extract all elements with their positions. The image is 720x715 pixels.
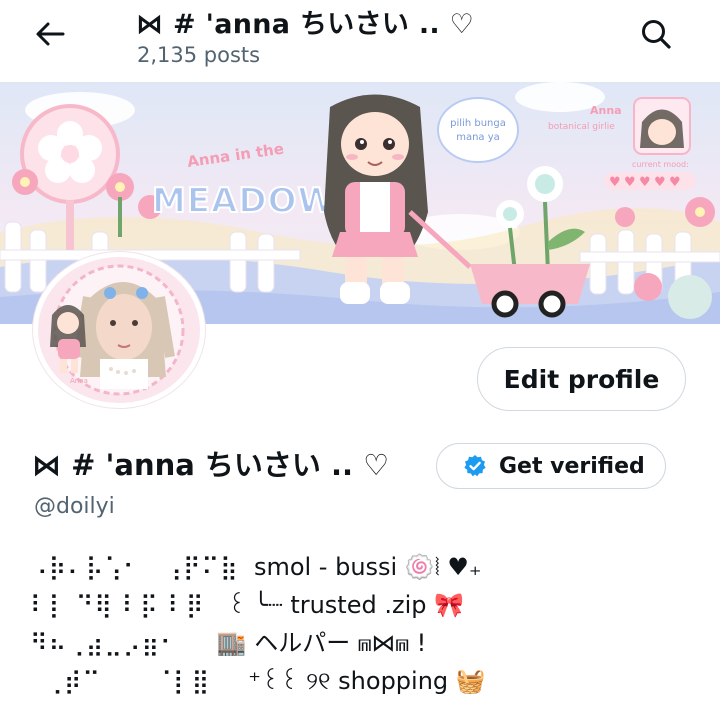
profile-handle: @doilyi [34, 494, 115, 519]
bio-deco: ⢀⡾⠉ [45, 667, 101, 695]
bio-deco: ⠻⠦⢀⣴⣀⡠⣶⠂ [30, 629, 179, 657]
banner-card-name: Anna [590, 104, 622, 117]
header-title: ⋈ # 'anna ちいさい .. ♡ [136, 9, 475, 40]
svg-text:♥: ♥ [654, 175, 666, 190]
bio-line: ⢀⡾⠉ ⠈⡇⣿ ⁺꒰꒰ ୨୧ shopping 🧺 [30, 662, 710, 700]
get-verified-label: Get verified [499, 453, 645, 479]
banner-card-sub: botanical girlie [548, 122, 615, 132]
header-post-count: 2,135 posts [137, 43, 261, 67]
svg-text:♥: ♥ [669, 175, 681, 190]
bio-text: smol - bussi 🍥⦚ ♥︎₊ [253, 553, 482, 581]
search-button[interactable] [634, 12, 678, 56]
edit-profile-button[interactable]: Edit profile [477, 347, 686, 411]
bio-text: 🏬 ヘルパー ⩎⋈⩎ ! [216, 629, 427, 657]
svg-text:♥: ♥ [624, 175, 636, 190]
profile-bio: ⠠⡷⠄⡧⢡⠂ ⢠⡟⠍⣷ smol - bussi 🍥⦚ ♥︎₊ ⠇⡇ ⠙⢿ ⠇⡯… [30, 548, 710, 700]
banner-bubble-line1: pilih bunga [450, 118, 506, 129]
profile-avatar[interactable]: Anna [33, 252, 205, 408]
get-verified-button[interactable]: Get verified [436, 443, 666, 489]
arrow-left-icon [36, 22, 65, 46]
bio-text: ꒰ ╰┈ trusted .zip 🎀 [227, 591, 464, 619]
bio-deco: ⠠⡷⠄⡧⢡⠂ [30, 553, 142, 581]
profile-display-name: ⋈ # 'anna ちいさい .. ♡ [32, 448, 390, 482]
avatar-image: Anna [38, 257, 200, 403]
svg-text:♥: ♥ [639, 175, 651, 190]
bio-line: ⠇⡇ ⠙⢿ ⠇⡯ ⠇⡿ ꒰ ╰┈ trusted .zip 🎀 [30, 586, 710, 624]
banner-title-big: MEADOW [152, 181, 336, 221]
banner-bubble-line2: mana ya [456, 132, 500, 143]
bio-deco: ⠈⡇⣿ [154, 667, 211, 695]
bio-line: ⠻⠦⢀⣴⣀⡠⣶⠂ 🏬 ヘルパー ⩎⋈⩎ ! [30, 624, 710, 662]
avatar-tag: Anna [70, 377, 88, 385]
bio-deco: ⢠⡟⠍⣷ [164, 553, 239, 581]
verified-badge-icon [464, 455, 486, 477]
top-bar: ⋈ # 'anna ちいさい .. ♡ 2,135 posts [0, 0, 720, 82]
bio-line: ⠠⡷⠄⡧⢡⠂ ⢠⡟⠍⣷ smol - bussi 🍥⦚ ♥︎₊ [30, 548, 710, 586]
search-icon [642, 20, 671, 49]
banner-card-mood: current mood: [632, 160, 689, 169]
bio-text: ⁺꒰꒰ ୨୧ shopping 🧺 [248, 667, 486, 695]
bio-deco: ⠇⡇ ⠙⢿ ⠇⡯ ⠇⡿ [30, 591, 205, 619]
svg-text:♥: ♥ [609, 175, 621, 190]
back-button[interactable] [30, 14, 70, 54]
